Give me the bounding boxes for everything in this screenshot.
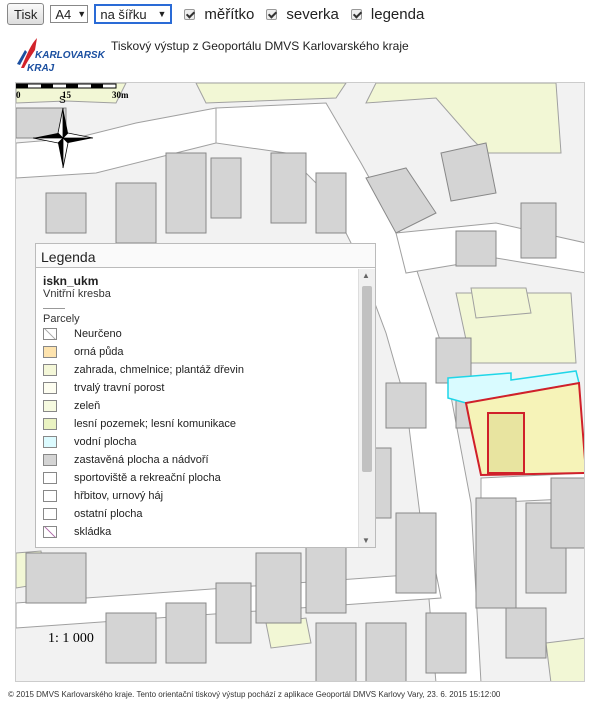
legend-item-label: orná půda: [74, 346, 124, 358]
legend-swatch: [43, 364, 57, 376]
north-arrow-checkbox-label: severka: [286, 5, 339, 23]
scale-tick-30: 30m: [112, 90, 129, 99]
legend-checkbox[interactable]: [350, 8, 362, 20]
legend-item-label: skládka: [74, 526, 112, 538]
legend-item-label: hřbitov, urnový háj: [74, 490, 164, 502]
legend-item: zastavěná plocha a nádvoří: [43, 451, 360, 469]
scale-ratio: 1: 1 000: [48, 631, 94, 646]
legend-item: lesní pozemek; lesní komunikace: [43, 415, 360, 433]
legend-swatch: [43, 454, 57, 466]
legend-checkbox-label: legenda: [370, 5, 425, 23]
legend-item: Neurčeno: [43, 325, 360, 343]
legend-item-label: Neurčeno: [74, 328, 122, 340]
scroll-up-icon[interactable]: ▲: [362, 271, 370, 280]
north-arrow-checkbox[interactable]: [266, 8, 278, 20]
legend-swatch: [43, 508, 57, 520]
legend-swatch: [43, 382, 57, 394]
logo-text-bottom: KRAJ: [27, 63, 55, 74]
scale-bar: 0 15 30m: [16, 83, 129, 99]
scale-checkbox-label: měřítko: [204, 5, 255, 23]
karlovarsky-kraj-logo: KARLOVARSKÝ KRAJ: [17, 38, 105, 74]
legend-swatch: [43, 328, 57, 340]
legend-item: sportoviště a rekreační plocha: [43, 469, 360, 487]
highlighted-building[interactable]: [487, 412, 525, 474]
legend-item: hřbitov, urnový háj: [43, 487, 360, 505]
legend-item: trvalý travní porost: [43, 379, 360, 397]
legend-items: Neurčeno orná půda zahrada, chmelnice; pla…: [43, 325, 360, 541]
legend-item: ostatní plocha: [43, 505, 360, 523]
orientation-select[interactable]: na šířku ▼: [94, 4, 173, 24]
legend-item-label: vodní plocha: [74, 436, 137, 448]
legend-item-label: zastavěná plocha a nádvoří: [74, 454, 209, 466]
legend-item-label: lesní pozemek; lesní komunikace: [74, 418, 237, 430]
legend-item-label: ostatní plocha: [74, 508, 143, 520]
legend-item: vodní plocha: [43, 433, 360, 451]
map-view[interactable]: S Legenda iskn_ukm Vnitřní kresba Parcel…: [15, 82, 585, 682]
orientation-value: na šířku: [100, 6, 147, 22]
legend-swatch: [43, 400, 57, 412]
scale-tick-0: 0: [16, 90, 21, 99]
legend-item: zahrada, chmelnice; plantáž dřevin: [43, 361, 360, 379]
chevron-down-icon: ▼: [157, 9, 167, 19]
legend-swatch: [43, 490, 57, 502]
legend-swatch: [43, 472, 57, 484]
legend-title: Legenda: [36, 244, 375, 268]
scroll-thumb[interactable]: [362, 286, 372, 472]
legend-separator: [43, 308, 65, 309]
legend-item-label: trvalý travní porost: [74, 382, 165, 394]
chevron-down-icon: ▼: [77, 9, 87, 19]
legend-item: orná půda: [43, 343, 360, 361]
legend-layer-subtitle: Vnitřní kresba: [43, 288, 111, 300]
legend-item-label: zahrada, chmelnice; plantáž dřevin: [74, 364, 244, 376]
legend-scrollbar[interactable]: ▲ ▼: [358, 269, 375, 547]
scroll-down-icon[interactable]: ▼: [362, 536, 370, 545]
print-button[interactable]: Tisk: [7, 3, 45, 25]
scale-checkbox[interactable]: [184, 8, 196, 20]
print-header: KARLOVARSKÝ KRAJ Tiskový výstup z Geopor…: [15, 34, 585, 82]
legend-body: iskn_ukm Vnitřní kresba Parcely Neurčeno…: [36, 269, 360, 547]
legend-swatch: [43, 346, 57, 358]
legend-layer-name: iskn_ukm: [43, 274, 99, 288]
paper-size-value: A4: [55, 6, 72, 22]
legend-item-label: zeleň: [74, 400, 101, 412]
legend-item: zeleň: [43, 397, 360, 415]
print-toolbar: Tisk A4 ▼ na šířku ▼ měřítko severka leg…: [0, 0, 593, 28]
scale-tick-15: 15: [62, 90, 72, 99]
legend-swatch: [43, 526, 57, 538]
legend-group-label: Parcely: [43, 313, 80, 325]
footer-copyright: © 2015 DMVS Karlovarského kraje. Tento o…: [8, 690, 501, 699]
legend-swatch: [43, 418, 57, 430]
legend-item-label: sportoviště a rekreační plocha: [74, 472, 221, 484]
legend-item: skládka: [43, 523, 360, 541]
page-title: Tiskový výstup z Geoportálu DMVS Karlova…: [111, 39, 409, 53]
legend-swatch: [43, 436, 57, 448]
logo-text-top: KARLOVARSKÝ: [35, 48, 105, 61]
paper-size-select[interactable]: A4 ▼: [50, 5, 89, 23]
legend-panel: Legenda iskn_ukm Vnitřní kresba Parcely …: [35, 243, 376, 548]
